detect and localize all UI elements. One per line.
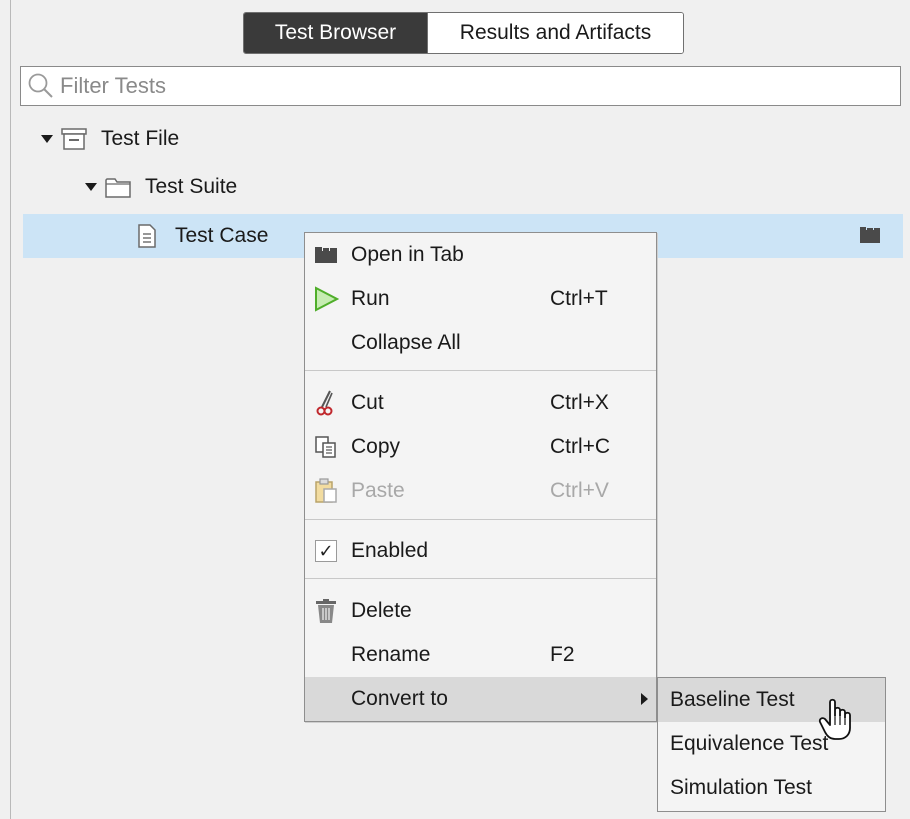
menu-item-label: Run [351,287,390,310]
checkbox[interactable]: ✓ [312,537,340,565]
run-icon [312,285,340,313]
tree-item-label: Test File [101,127,180,150]
menu-item-label: Delete [351,599,412,622]
menu-item-open-in-tab[interactable]: Open in Tab [305,233,656,277]
tab-bar: Test Browser Results and Artifacts [243,12,684,54]
menu-item-copy[interactable]: Copy Ctrl+C [305,425,656,469]
tree-item-label: Test Case [175,224,269,247]
menu-item-label: Open in Tab [351,243,464,266]
menu-item-label: Cut [351,391,384,414]
test-file-icon [61,128,87,150]
trash-icon [312,597,340,625]
open-in-tab-icon [312,241,340,269]
search-icon [28,73,53,98]
submenu-item-simulation-test[interactable]: Simulation Test [658,766,885,810]
submenu-item-label: Baseline Test [670,688,795,711]
tree-item-test-suite[interactable]: Test Suite [23,165,903,209]
menu-item-cut[interactable]: Cut Ctrl+X [305,381,656,425]
tree-item-label: Test Suite [145,175,238,198]
hand-cursor-icon [818,698,851,740]
menu-separator [305,370,656,371]
menu-item-shortcut: Ctrl+T [550,287,608,310]
folder-icon [105,178,131,198]
menu-item-label: Convert to [351,687,448,710]
scissors-icon [312,389,340,417]
checkmark-icon: ✓ [315,540,337,562]
menu-separator [305,519,656,520]
menu-item-enabled[interactable]: ✓ Enabled [305,529,656,573]
menu-item-label: Rename [351,643,431,666]
menu-separator [305,578,656,579]
menu-item-shortcut: Ctrl+X [550,391,609,414]
expand-caret-icon[interactable] [41,135,53,143]
menu-item-delete[interactable]: Delete [305,589,656,633]
menu-item-shortcut: Ctrl+C [550,435,611,458]
tab-results-and-artifacts[interactable]: Results and Artifacts [427,13,683,53]
tree-item-test-file[interactable]: Test File [23,117,903,161]
menu-item-paste: Paste Ctrl+V [305,469,656,513]
menu-item-shortcut: Ctrl+V [550,479,609,502]
filter-input[interactable] [60,73,900,99]
submenu-arrow-icon [641,693,648,705]
menu-item-label: Paste [351,479,405,502]
expand-caret-icon[interactable] [85,183,97,191]
menu-item-rename[interactable]: Rename F2 [305,633,656,677]
filter-box[interactable] [20,66,901,106]
submenu-item-label: Simulation Test [670,776,813,799]
copy-icon [312,433,340,461]
paste-icon [312,477,340,505]
context-menu: Open in Tab Run Ctrl+T Collapse All Cut … [304,232,657,722]
menu-item-label: Collapse All [351,331,461,354]
menu-item-convert-to[interactable]: Convert to [305,677,656,721]
menu-item-run[interactable]: Run Ctrl+T [305,277,656,321]
submenu-item-label: Equivalence Test [670,732,829,755]
menu-item-shortcut: F2 [550,643,575,666]
menu-item-label: Enabled [351,539,429,562]
document-icon [138,224,156,248]
menu-item-label: Copy [351,435,401,458]
menu-item-collapse-all[interactable]: Collapse All [305,321,656,365]
tab-test-browser[interactable]: Test Browser [244,13,427,53]
open-in-tab-icon[interactable] [859,226,881,244]
